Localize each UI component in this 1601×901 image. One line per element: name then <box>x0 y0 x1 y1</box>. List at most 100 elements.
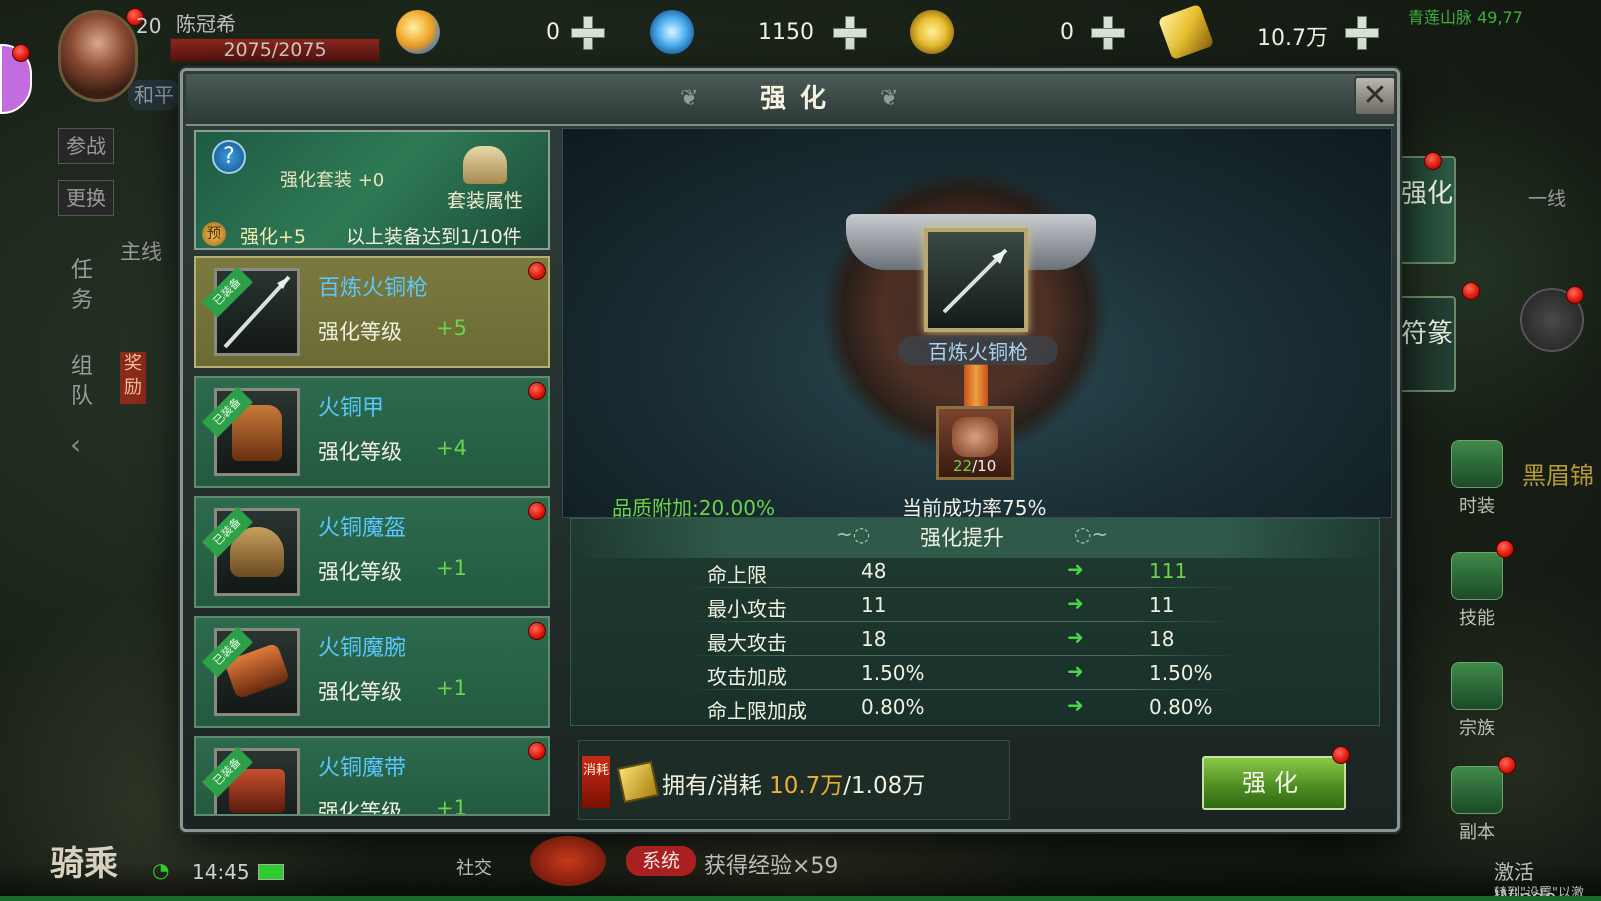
add-swirl-button[interactable] <box>568 13 606 51</box>
item-level-label: 强化等级 <box>318 320 402 344</box>
tab-enhance[interactable]: 强化 <box>1398 156 1456 264</box>
cost-owned: 10.7万 <box>769 773 844 799</box>
server-line-label[interactable]: 一线 <box>1528 184 1566 211</box>
item-notification-dot <box>528 622 546 640</box>
stat-next: 11 <box>1149 593 1175 617</box>
item-notification-dot <box>528 382 546 400</box>
pk-mode-button[interactable]: 和平 <box>128 80 180 110</box>
clan-button[interactable]: 宗族 <box>1446 662 1508 740</box>
resource-ingot: 10.7万 <box>1157 3 1384 61</box>
main-quest-label[interactable]: 主线 <box>120 236 162 266</box>
stat-current: 0.80% <box>861 695 925 719</box>
ore-icon <box>952 417 998 457</box>
material-slot[interactable]: 22/10 <box>936 406 1014 480</box>
stat-next: 111 <box>1149 559 1188 583</box>
robe-icon <box>463 146 507 184</box>
tab-talisman-dot <box>1462 282 1480 300</box>
suit-attributes-button[interactable]: 套装属性 <box>440 146 530 214</box>
attack-skill-dot <box>1566 286 1584 304</box>
dungeon-icon <box>1451 766 1503 814</box>
swirl-currency-value: 0 <box>546 20 560 45</box>
selected-item-slot[interactable] <box>924 228 1028 332</box>
fashion-button[interactable]: 时装 <box>1446 440 1508 518</box>
row-divider <box>681 587 1241 588</box>
skills-label: 技能 <box>1459 608 1495 629</box>
fashion-icon <box>1451 440 1503 488</box>
stat-current: 18 <box>861 627 887 651</box>
arrow-right-icon: ➜ <box>1067 659 1084 683</box>
quest-tab[interactable]: 任务 <box>62 256 102 316</box>
help-icon[interactable]: ? <box>212 140 246 174</box>
chat-orb-icon[interactable] <box>530 836 606 886</box>
ingot-icon <box>1157 3 1215 61</box>
mount-button[interactable]: 骑乘 <box>50 836 118 885</box>
add-ingot-button[interactable] <box>1342 13 1380 51</box>
suit-title: 强化套装 +0 <box>280 170 385 191</box>
suit-attributes-label: 套装属性 <box>446 190 523 212</box>
zone-coordinates: 青莲山脉 49,77 <box>1408 8 1523 27</box>
preview-level: 强化+5 <box>240 226 307 248</box>
coin-value: 0 <box>1060 20 1074 45</box>
stat-name: 命上限 <box>707 563 767 587</box>
item-level-value: +1 <box>436 796 467 816</box>
tab-talisman[interactable]: 符篆 <box>1398 296 1456 392</box>
list-item[interactable]: 已装备 火铜魔带 强化等级 +1 <box>194 736 550 816</box>
arrow-right-icon: ➜ <box>1067 693 1084 717</box>
upgrade-title: 强化提升 <box>920 526 1004 550</box>
team-tab[interactable]: 组队 <box>62 352 102 412</box>
mascot-notification-dot <box>12 44 30 62</box>
arrow-right-icon: ➜ <box>1067 591 1084 615</box>
jade-value: 1150 <box>758 20 814 45</box>
preview-badge: 预 <box>202 222 226 246</box>
stat-row: 命上限加成 0.80% ➜ 0.80% <box>571 693 1379 725</box>
dungeon-button[interactable]: 副本 <box>1446 766 1508 844</box>
skills-icon <box>1451 552 1503 600</box>
stat-name: 最大攻击 <box>707 631 787 655</box>
item-name: 火铜魔腕 <box>318 636 407 661</box>
stat-name: 命上限加成 <box>707 699 807 723</box>
list-item[interactable]: 已装备 百炼火铜枪 强化等级 +5 <box>194 256 550 368</box>
list-item[interactable]: 已装备 火铜魔腕 强化等级 +1 <box>194 616 550 728</box>
wifi-icon: ◔ <box>152 858 170 882</box>
skills-dot <box>1496 540 1514 558</box>
title-right-ornament-icon: ❦ <box>880 86 899 111</box>
join-battle-button[interactable]: 参战 <box>58 128 114 164</box>
ingot-value: 10.7万 <box>1257 26 1328 51</box>
social-button[interactable]: 社交 <box>456 854 492 880</box>
modal-title: 强化 <box>759 84 840 114</box>
add-jade-button[interactable] <box>830 13 868 51</box>
item-name: 百炼火铜枪 <box>318 276 429 301</box>
header-right-ornament-icon: ◌~ <box>1074 522 1109 546</box>
stat-row: 最大攻击 18 ➜ 18 <box>571 625 1379 659</box>
dungeon-label: 副本 <box>1459 822 1495 843</box>
swap-button[interactable]: 更换 <box>58 180 114 216</box>
item-name: 火铜魔带 <box>318 756 407 781</box>
material-count: 22/10 <box>953 457 996 475</box>
item-notification-dot <box>528 502 546 520</box>
spear-icon <box>942 248 1008 314</box>
ingot-icon <box>616 760 660 804</box>
player-avatar[interactable] <box>58 10 138 102</box>
stat-row: 最小攻击 11 ➜ 11 <box>571 591 1379 625</box>
collapse-arrow-icon[interactable]: ‹ <box>70 428 81 461</box>
skills-button[interactable]: 技能 <box>1446 552 1508 630</box>
stat-next: 1.50% <box>1149 661 1213 685</box>
list-item[interactable]: 已装备 火铜甲 强化等级 +4 <box>194 376 550 488</box>
material-required: /10 <box>972 457 997 475</box>
item-level-value: +1 <box>436 556 467 580</box>
item-level-label: 强化等级 <box>318 800 402 816</box>
resource-coin: 0 <box>910 10 1130 56</box>
reward-button[interactable]: 奖励 <box>120 352 146 404</box>
stat-row: 攻击加成 1.50% ➜ 1.50% <box>571 659 1379 693</box>
item-level-label: 强化等级 <box>318 560 402 584</box>
black-silk-label: 黑眉锦 <box>1522 462 1594 490</box>
system-message: 获得经验×59 <box>704 854 839 879</box>
enhance-button[interactable]: 强化 <box>1202 756 1346 810</box>
material-owned: 22 <box>953 457 973 475</box>
item-level-label: 强化等级 <box>318 680 402 704</box>
list-item[interactable]: 已装备 火铜魔盔 强化等级 +1 <box>194 496 550 608</box>
stat-current: 1.50% <box>861 661 925 685</box>
cost-required: /1.08万 <box>843 773 926 799</box>
add-coin-button[interactable] <box>1088 13 1126 51</box>
close-button[interactable]: ✕ <box>1354 76 1396 116</box>
